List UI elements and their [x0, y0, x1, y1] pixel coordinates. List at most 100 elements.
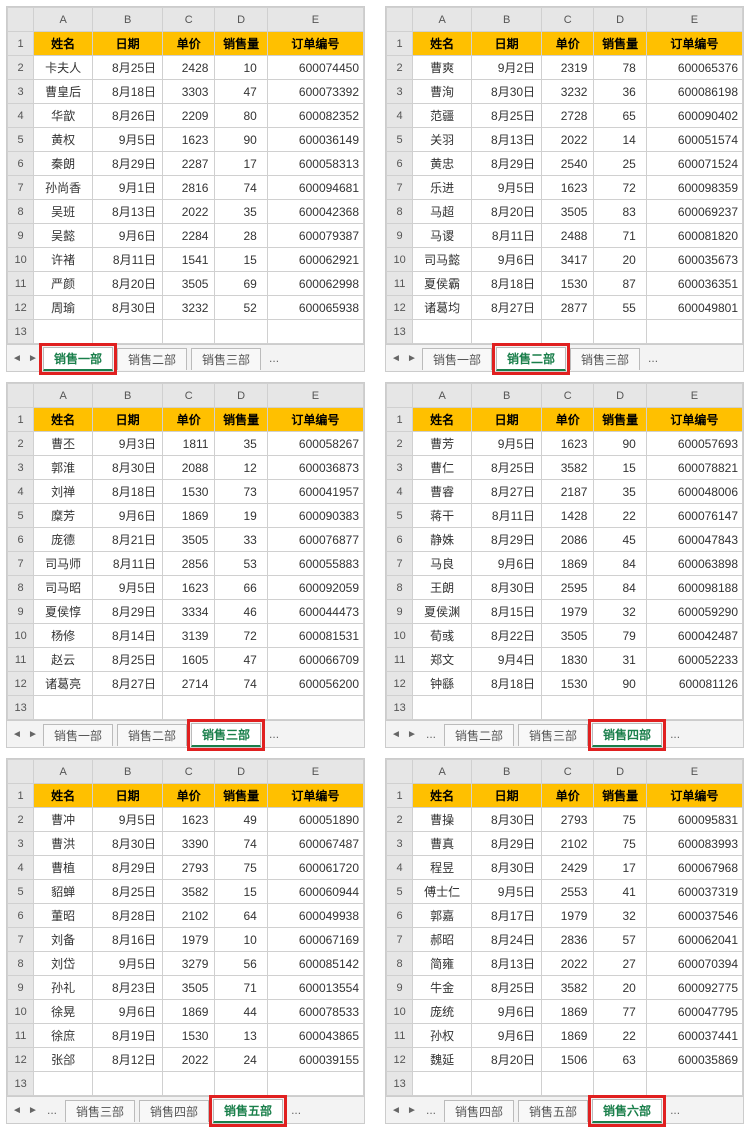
cell[interactable]: 曹冲: [34, 808, 93, 832]
cell[interactable]: 8月25日: [472, 104, 542, 128]
cell[interactable]: 蒋干: [413, 504, 472, 528]
cell[interactable]: 周瑜: [34, 296, 93, 320]
sheet-tab[interactable]: 销售六部: [592, 1099, 662, 1123]
cell[interactable]: 糜芳: [34, 504, 93, 528]
column-header[interactable]: C: [163, 8, 215, 32]
cell[interactable]: 9月2日: [472, 56, 542, 80]
table-header-cell[interactable]: 订单编号: [267, 784, 363, 808]
cell[interactable]: 8月18日: [93, 80, 163, 104]
cell[interactable]: 8月30日: [93, 456, 163, 480]
cell[interactable]: [215, 320, 267, 344]
sheet-tab[interactable]: 销售三部: [191, 723, 261, 747]
cell[interactable]: 600047795: [646, 1000, 742, 1024]
cell[interactable]: 2836: [542, 928, 594, 952]
row-header[interactable]: 5: [387, 128, 413, 152]
table-header-cell[interactable]: 销售量: [215, 784, 267, 808]
row-header[interactable]: 9: [8, 224, 34, 248]
tabs-more-left[interactable]: ...: [43, 1103, 61, 1117]
sheet-tab[interactable]: 销售四部: [592, 723, 662, 747]
row-header[interactable]: 11: [387, 1024, 413, 1048]
cell[interactable]: 曹植: [34, 856, 93, 880]
row-header[interactable]: 4: [8, 480, 34, 504]
cell[interactable]: 8月18日: [472, 672, 542, 696]
cell[interactable]: 600092775: [646, 976, 742, 1000]
cell[interactable]: 8月22日: [472, 624, 542, 648]
cell[interactable]: 72: [215, 624, 267, 648]
row-header[interactable]: 5: [8, 128, 34, 152]
cell[interactable]: 600081531: [267, 624, 363, 648]
row-header[interactable]: 3: [8, 832, 34, 856]
cell[interactable]: 600035869: [646, 1048, 742, 1072]
cell[interactable]: 8月13日: [93, 200, 163, 224]
column-header[interactable]: C: [542, 384, 594, 408]
cell[interactable]: 曹洵: [413, 80, 472, 104]
cell[interactable]: [93, 320, 163, 344]
cell[interactable]: 严颜: [34, 272, 93, 296]
cell[interactable]: 8月28日: [93, 904, 163, 928]
cell[interactable]: 关羽: [413, 128, 472, 152]
cell[interactable]: 卡夫人: [34, 56, 93, 80]
column-header[interactable]: D: [215, 760, 267, 784]
cell[interactable]: 1623: [163, 128, 215, 152]
cell[interactable]: 600098188: [646, 576, 742, 600]
cell[interactable]: 75: [594, 808, 646, 832]
cell[interactable]: 600078821: [646, 456, 742, 480]
cell[interactable]: 73: [215, 480, 267, 504]
cell[interactable]: 1541: [163, 248, 215, 272]
cell[interactable]: 1623: [542, 176, 594, 200]
cell[interactable]: 9月5日: [93, 952, 163, 976]
cell[interactable]: 57: [594, 928, 646, 952]
column-header[interactable]: D: [215, 384, 267, 408]
cell[interactable]: 2319: [542, 56, 594, 80]
tab-nav-right-icon[interactable]: ►: [27, 729, 39, 740]
cell[interactable]: 600042368: [267, 200, 363, 224]
cell[interactable]: 90: [594, 432, 646, 456]
cell[interactable]: 8月23日: [93, 976, 163, 1000]
cell[interactable]: 8月30日: [472, 808, 542, 832]
cell[interactable]: 84: [594, 576, 646, 600]
cell[interactable]: 3505: [163, 272, 215, 296]
cell[interactable]: 王朗: [413, 576, 472, 600]
cell[interactable]: 8月18日: [472, 272, 542, 296]
cell[interactable]: [542, 320, 594, 344]
row-header[interactable]: 3: [8, 456, 34, 480]
cell[interactable]: 20: [594, 248, 646, 272]
cell[interactable]: 8月29日: [93, 600, 163, 624]
cell[interactable]: 1530: [163, 1024, 215, 1048]
cell[interactable]: 35: [215, 432, 267, 456]
cell[interactable]: 600060944: [267, 880, 363, 904]
cell[interactable]: 2553: [542, 880, 594, 904]
cell[interactable]: 44: [215, 1000, 267, 1024]
row-header[interactable]: 10: [387, 248, 413, 272]
cell[interactable]: 曹芳: [413, 432, 472, 456]
cell[interactable]: 8月26日: [93, 104, 163, 128]
cell[interactable]: 傅士仁: [413, 880, 472, 904]
column-header[interactable]: E: [646, 760, 742, 784]
cell[interactable]: 2816: [163, 176, 215, 200]
cell[interactable]: 8月11日: [472, 504, 542, 528]
row-header[interactable]: 6: [387, 528, 413, 552]
sheet-tab[interactable]: 销售五部: [518, 1100, 588, 1122]
cell[interactable]: 600062998: [267, 272, 363, 296]
cell[interactable]: 600092059: [267, 576, 363, 600]
cell[interactable]: 曹爽: [413, 56, 472, 80]
cell[interactable]: 3505: [163, 976, 215, 1000]
cell[interactable]: 刘备: [34, 928, 93, 952]
cell[interactable]: 貂蝉: [34, 880, 93, 904]
column-header[interactable]: B: [93, 8, 163, 32]
table-header-cell[interactable]: 姓名: [34, 408, 93, 432]
cell[interactable]: 2284: [163, 224, 215, 248]
table-header-cell[interactable]: 销售量: [215, 32, 267, 56]
table-header-cell[interactable]: 销售量: [594, 32, 646, 56]
row-header[interactable]: 11: [8, 272, 34, 296]
sheet-tab[interactable]: 销售四部: [139, 1100, 209, 1122]
sheet-tab[interactable]: 销售三部: [191, 348, 261, 370]
column-header[interactable]: B: [93, 760, 163, 784]
cell[interactable]: 600076147: [646, 504, 742, 528]
cell[interactable]: 8月29日: [472, 528, 542, 552]
cell[interactable]: 赵云: [34, 648, 93, 672]
cell[interactable]: 35: [594, 480, 646, 504]
cell[interactable]: 52: [215, 296, 267, 320]
cell[interactable]: 1979: [163, 928, 215, 952]
cell[interactable]: 600037441: [646, 1024, 742, 1048]
